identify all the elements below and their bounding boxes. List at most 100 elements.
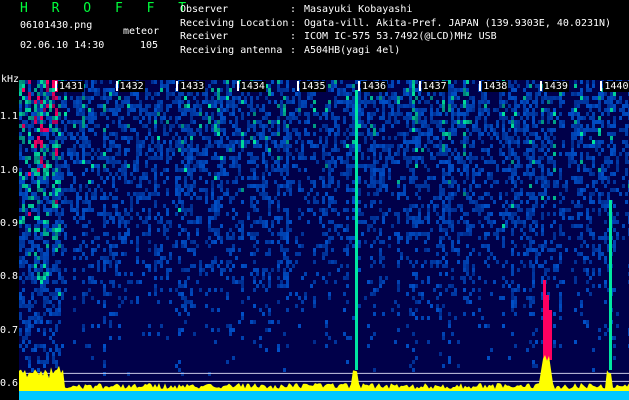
noise-cell: [115, 152, 118, 156]
noise-cell: [169, 124, 172, 128]
noise-cell: [352, 132, 355, 136]
noise-cell: [544, 240, 547, 244]
noise-cell: [580, 312, 583, 316]
header: H R O F F T 06101430.png 02.06.10 14:30 …: [0, 0, 629, 78]
noise-cell: [85, 152, 88, 156]
noise-cell: [499, 116, 502, 120]
noise-cell: [526, 112, 529, 116]
noise-cell: [529, 196, 532, 200]
noise-cell: [46, 288, 49, 292]
noise-cell: [532, 272, 535, 276]
noise-cell: [472, 272, 475, 276]
noise-cell: [181, 240, 184, 244]
noise-cell: [79, 144, 82, 148]
noise-cell: [28, 316, 31, 320]
noise-cell: [136, 236, 139, 240]
noise-cell: [586, 272, 589, 276]
noise-cell: [79, 136, 82, 140]
noise-cell: [469, 104, 472, 108]
noise-cell: [85, 168, 88, 172]
noise-cell: [415, 284, 418, 288]
y-tick-label: 0.9: [0, 218, 19, 229]
noise-cell: [37, 228, 40, 232]
noise-cell: [85, 80, 88, 84]
noise-cell: [55, 212, 58, 216]
noise-cell: [388, 152, 391, 156]
noise-cell: [22, 244, 25, 248]
noise-cell: [55, 328, 58, 332]
noise-cell: [220, 136, 223, 140]
noise-cell: [109, 292, 112, 296]
noise-cell: [508, 284, 511, 288]
noise-cell: [25, 224, 28, 228]
noise-cell: [157, 300, 160, 304]
noise-cell: [598, 132, 601, 136]
noise-cell: [262, 128, 265, 132]
noise-cell: [34, 108, 37, 112]
noise-cell: [181, 296, 184, 300]
noise-cell: [373, 228, 376, 232]
noise-cell: [43, 152, 46, 156]
noise-cell: [544, 192, 547, 196]
noise-cell: [250, 204, 253, 208]
noise-cell: [517, 112, 520, 116]
noise-cell: [256, 144, 259, 148]
noise-cell: [40, 148, 43, 152]
noise-cell: [604, 236, 607, 240]
noise-cell: [37, 116, 40, 120]
noise-cell: [382, 220, 385, 224]
noise-cell: [175, 100, 178, 104]
noise-cell: [220, 168, 223, 172]
noise-cell: [250, 124, 253, 128]
noise-cell: [595, 180, 598, 184]
noise-cell: [610, 188, 613, 192]
noise-cell: [280, 168, 283, 172]
noise-cell: [388, 112, 391, 116]
noise-cell: [529, 228, 532, 232]
noise-cell: [46, 116, 49, 120]
noise-cell: [295, 128, 298, 132]
noise-cell: [82, 328, 85, 332]
noise-cell: [322, 224, 325, 228]
noise-cell: [343, 160, 346, 164]
noise-cell: [331, 112, 334, 116]
noise-cell: [529, 192, 532, 196]
noise-cell: [103, 144, 106, 148]
noise-cell: [103, 192, 106, 196]
noise-cell: [211, 112, 214, 116]
noise-cell: [295, 148, 298, 152]
noise-cell: [43, 280, 46, 284]
noise-cell: [316, 144, 319, 148]
noise-cell: [31, 176, 34, 180]
noise-cell: [571, 148, 574, 152]
noise-cell: [157, 184, 160, 188]
noise-cell: [235, 256, 238, 260]
noise-cell: [544, 268, 547, 272]
noise-cell: [187, 168, 190, 172]
noise-cell: [46, 248, 49, 252]
noise-cell: [103, 128, 106, 132]
noise-cell: [451, 292, 454, 296]
noise-cell: [103, 136, 106, 140]
noise-cell: [19, 220, 22, 224]
noise-cell: [187, 248, 190, 252]
noise-cell: [313, 100, 316, 104]
noise-cell: [442, 304, 445, 308]
noise-cell: [121, 128, 124, 132]
noise-cell: [289, 132, 292, 136]
noise-cell: [589, 220, 592, 224]
noise-cell: [598, 256, 601, 260]
meteor-streak: [355, 90, 358, 370]
noise-cell: [55, 108, 58, 112]
noise-cell: [34, 288, 37, 292]
noise-cell: [388, 236, 391, 240]
noise-cell: [433, 112, 436, 116]
noise-cell: [541, 112, 544, 116]
noise-cell: [196, 144, 199, 148]
noise-cell: [22, 196, 25, 200]
noise-cell: [109, 160, 112, 164]
noise-cell: [418, 232, 421, 236]
noise-cell: [187, 148, 190, 152]
noise-cell: [172, 136, 175, 140]
noise-cell: [106, 148, 109, 152]
